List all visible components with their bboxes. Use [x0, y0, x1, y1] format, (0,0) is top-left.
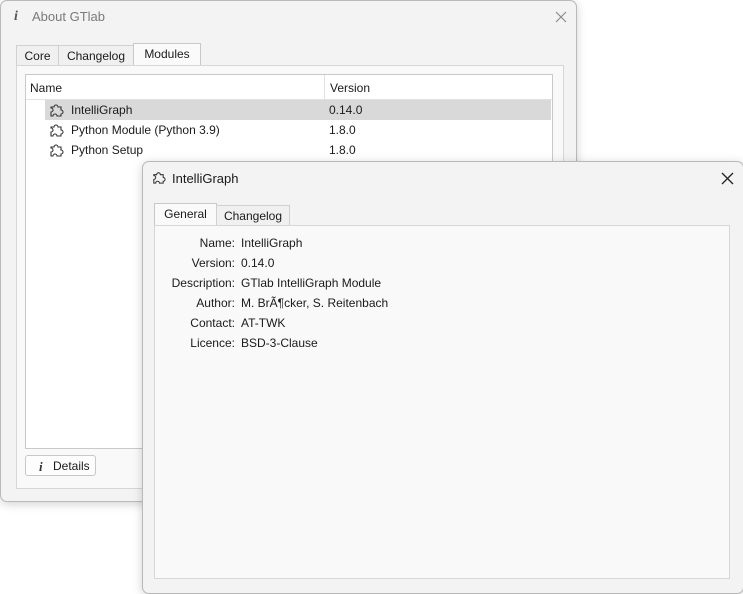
- property-value: IntelliGraph: [241, 236, 303, 250]
- tab-changelog[interactable]: Changelog: [216, 205, 290, 226]
- tab-changelog-label: Changelog: [66, 49, 126, 63]
- module-version: 0.14.0: [329, 103, 363, 117]
- tree-header: Name Version: [26, 75, 552, 100]
- property-row: Name: IntelliGraph: [155, 236, 715, 252]
- close-button[interactable]: [716, 169, 738, 189]
- tab-changelog-label: Changelog: [223, 209, 283, 223]
- property-row: Licence: BSD-3-Clause: [155, 336, 715, 352]
- tab-bar: Core Changelog Modules: [16, 43, 576, 67]
- table-row[interactable]: Python Setup 1.8.0: [45, 140, 551, 160]
- tab-modules[interactable]: Modules: [133, 43, 201, 66]
- tab-modules-label: Modules: [144, 47, 190, 61]
- window-title: About GTlab: [32, 9, 105, 24]
- info-icon: i: [39, 459, 43, 474]
- title-bar[interactable]: i About GTlab: [1, 1, 576, 33]
- plugin-icon: [50, 124, 64, 137]
- property-row: Version: 0.14.0: [155, 256, 715, 272]
- close-icon: [721, 172, 734, 185]
- property-label: Version:: [191, 256, 235, 270]
- close-icon: [555, 11, 567, 23]
- property-value: M. BrÃ¶cker, S. Reitenbach: [241, 296, 389, 310]
- module-name: Python Module (Python 3.9): [71, 123, 220, 137]
- property-row: Author: M. BrÃ¶cker, S. Reitenbach: [155, 296, 715, 312]
- column-header-version[interactable]: Version: [330, 81, 370, 95]
- property-label: Contact:: [190, 316, 235, 330]
- table-row[interactable]: Python Module (Python 3.9) 1.8.0: [45, 120, 551, 140]
- property-value: BSD-3-Clause: [241, 336, 318, 350]
- close-button[interactable]: [550, 7, 572, 27]
- plugin-icon: [50, 144, 64, 157]
- details-button[interactable]: i Details: [25, 455, 96, 476]
- module-details-window: IntelliGraph General Changelog Name: Int…: [142, 161, 743, 594]
- property-label: Author:: [196, 296, 235, 310]
- property-label: Description:: [171, 276, 235, 290]
- table-row[interactable]: IntelliGraph 0.14.0: [45, 100, 551, 120]
- property-label: Licence:: [190, 336, 235, 350]
- tab-core-label: Core: [24, 49, 51, 63]
- plugin-icon: [50, 104, 64, 117]
- plugin-icon: [153, 172, 166, 184]
- property-label: Name:: [199, 236, 235, 250]
- info-icon: i: [14, 9, 18, 24]
- details-button-label: Details: [53, 459, 90, 473]
- window-title: IntelliGraph: [172, 171, 239, 186]
- property-row: Description: GTlab IntelliGraph Module: [155, 276, 715, 292]
- module-name: IntelliGraph: [71, 103, 133, 117]
- column-divider[interactable]: [324, 75, 325, 99]
- title-bar[interactable]: IntelliGraph: [143, 162, 743, 194]
- property-row: Contact: AT-TWK: [155, 316, 715, 332]
- tab-general-label: General: [164, 207, 207, 221]
- module-version: 1.8.0: [329, 123, 356, 137]
- general-panel: Name: IntelliGraph Version: 0.14.0 Descr…: [154, 225, 730, 579]
- tab-bar: General Changelog: [154, 203, 734, 227]
- module-version: 1.8.0: [329, 143, 356, 157]
- property-value: 0.14.0: [241, 256, 275, 270]
- property-value: GTlab IntelliGraph Module: [241, 276, 382, 290]
- tab-core[interactable]: Core: [16, 45, 59, 66]
- column-header-name[interactable]: Name: [30, 81, 62, 95]
- module-name: Python Setup: [71, 143, 144, 157]
- tab-changelog[interactable]: Changelog: [58, 45, 134, 66]
- property-value: AT-TWK: [241, 316, 286, 330]
- tab-general[interactable]: General: [154, 203, 217, 226]
